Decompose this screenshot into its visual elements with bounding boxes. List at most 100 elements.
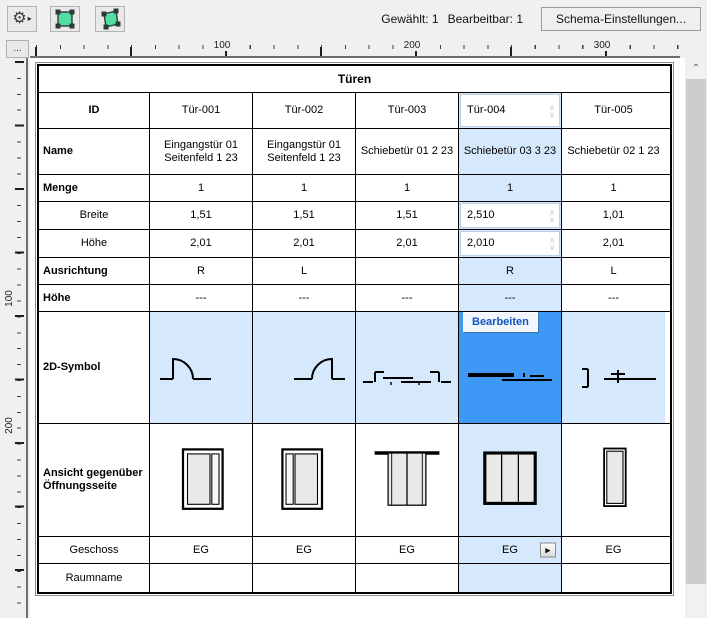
ruler-options-button[interactable]: ... <box>6 40 29 58</box>
cell-ansicht-tur002[interactable] <box>253 424 356 536</box>
cell-ausrichtung-tur005[interactable]: L <box>562 258 665 284</box>
cell-hoehe2-tur002[interactable]: --- <box>253 285 356 311</box>
cell-raumname-tur001[interactable] <box>150 564 253 592</box>
table-row-geschoss: Geschoss EG EG EG EG ▶ EG <box>39 537 670 564</box>
row-label-name: Name <box>39 129 150 174</box>
cell-raumname-tur002[interactable] <box>253 564 356 592</box>
selection-status: Gewählt: 1 Bearbeitbar: 1 <box>381 12 523 26</box>
cell-menge-tur004[interactable]: 1 <box>459 175 562 201</box>
table-title: Türen <box>337 71 372 86</box>
status-editable: Bearbeitbar: 1 <box>447 11 523 26</box>
cell-symbol-tur002[interactable] <box>253 312 356 423</box>
cell-id-tur004[interactable]: Tür-004 ∧ ∨ <box>459 93 562 128</box>
row-label-hoehe: Höhe <box>39 230 150 257</box>
table-row-id: ID Tür-001 Tür-002 Tür-003 Tür-004 ∧ ∨ Tü… <box>39 93 670 129</box>
cell-ansicht-tur001[interactable] <box>150 424 253 536</box>
door-elevation-sliding-header-icon <box>374 451 440 506</box>
cell-id-tur002[interactable]: Tür-002 <box>253 93 356 128</box>
cell-raumname-tur003[interactable] <box>356 564 459 592</box>
cell-name-tur003[interactable]: Schiebetür 01 2 23 <box>356 129 459 174</box>
geschoss-flyout-button[interactable]: ▶ <box>540 542 556 558</box>
cell-id-tur003[interactable]: Tür-003 <box>356 93 459 128</box>
cell-geschoss-tur002[interactable]: EG <box>253 537 356 563</box>
marquee-select-icon <box>55 9 75 28</box>
cell-menge-tur003[interactable]: 1 <box>356 175 459 201</box>
cell-ausrichtung-tur001[interactable]: R <box>150 258 253 284</box>
cell-menge-tur005[interactable]: 1 <box>562 175 665 201</box>
stepper-down-icon[interactable]: ∨ <box>549 110 555 118</box>
breite-edit-field[interactable]: 2,510 ∧ ∨ <box>460 203 560 228</box>
cell-id-tur001[interactable]: Tür-001 <box>150 93 253 128</box>
cell-hoehe-tur004[interactable]: 2,010 ∧ ∨ <box>459 230 562 257</box>
door-schedule-table: Türen ID Tür-001 Tür-002 Tür-003 Tür-004… <box>37 64 672 594</box>
table-row-hoehe: Höhe 2,01 2,01 2,01 2,010 ∧ ∨ 2,01 <box>39 230 670 258</box>
cell-name-tur004[interactable]: Schiebetür 03 3 23 <box>459 129 562 174</box>
sliding-door-double-icon <box>363 370 451 385</box>
cell-breite-tur003[interactable]: 1,51 <box>356 202 459 229</box>
row-label-breite: Breite <box>39 202 150 229</box>
marquee-select-button[interactable] <box>50 5 80 32</box>
hruler-label-300: 300 <box>589 40 615 51</box>
hruler-major-ticks <box>35 47 680 56</box>
cell-geschoss-tur005[interactable]: EG <box>562 537 665 563</box>
cell-symbol-tur001[interactable] <box>150 312 253 423</box>
scrollbar-thumb[interactable] <box>686 79 706 584</box>
horizontal-ruler: 100 200 300 <box>30 38 680 58</box>
hoehe-stepper[interactable]: ∧ ∨ <box>545 236 559 251</box>
cell-hoehe2-tur003[interactable]: --- <box>356 285 459 311</box>
cell-ausrichtung-tur004[interactable]: R <box>459 258 562 284</box>
cell-raumname-tur004[interactable] <box>459 564 562 592</box>
cell-symbol-tur005[interactable] <box>562 312 665 423</box>
stepper-down-icon[interactable]: ∨ <box>549 215 555 223</box>
cell-hoehe2-tur001[interactable]: --- <box>150 285 253 311</box>
cell-ansicht-tur004[interactable] <box>459 424 562 536</box>
bearbeiten-button[interactable]: Bearbeiten <box>463 312 538 332</box>
id-edit-field[interactable]: Tür-004 ∧ ∨ <box>460 94 560 127</box>
cell-ausrichtung-tur002[interactable]: L <box>253 258 356 284</box>
toolbar: ⚙ ▸ Gewählt: 1 Bearbeitbar: 1 Schema-Ein… <box>0 0 707 37</box>
cell-name-tur005[interactable]: Schiebetür 02 1 23 <box>562 129 665 174</box>
cell-hoehe-tur005[interactable]: 2,01 <box>562 230 665 257</box>
settings-flyout-button[interactable]: ⚙ ▸ <box>7 5 37 32</box>
cell-symbol-tur003[interactable] <box>356 312 459 423</box>
cell-hoehe-tur002[interactable]: 2,01 <box>253 230 356 257</box>
scroll-up-button[interactable]: ⌃ <box>685 58 707 78</box>
table-row-menge: Menge 1 1 1 1 1 <box>39 175 670 202</box>
breite-stepper[interactable]: ∧ ∨ <box>545 208 559 223</box>
hoehe-edit-field[interactable]: 2,010 ∧ ∨ <box>460 231 560 256</box>
schema-settings-button[interactable]: Schema-Einstellungen... <box>541 6 701 31</box>
cell-id-tur005[interactable]: Tür-005 <box>562 93 665 128</box>
cell-hoehe2-tur004[interactable]: --- <box>459 285 562 311</box>
door-elevation-two-panel-left-icon <box>181 448 224 510</box>
row-label-id: ID <box>39 93 150 128</box>
cell-hoehe-tur001[interactable]: 2,01 <box>150 230 253 257</box>
rotated-marquee-select-button[interactable] <box>95 5 125 32</box>
vertical-scrollbar[interactable]: ⌃ <box>685 58 707 618</box>
stepper-down-icon[interactable]: ∨ <box>549 243 555 251</box>
cell-breite-tur001[interactable]: 1,51 <box>150 202 253 229</box>
vruler-label-100: 100 <box>3 287 15 310</box>
cell-raumname-tur005[interactable] <box>562 564 665 592</box>
cell-name-tur002[interactable]: Eingangstür 01 Seitenfeld 1 23 <box>253 129 356 174</box>
cell-ansicht-tur003[interactable] <box>356 424 459 536</box>
flyout-triangle-icon: ▶ <box>545 547 551 554</box>
cell-hoehe2-tur005[interactable]: --- <box>562 285 665 311</box>
cell-hoehe-tur003[interactable]: 2,01 <box>356 230 459 257</box>
cell-breite-tur005[interactable]: 1,01 <box>562 202 665 229</box>
cell-ausrichtung-tur003[interactable] <box>356 258 459 284</box>
row-label-ausrichtung: Ausrichtung <box>39 258 150 284</box>
cell-geschoss-tur001[interactable]: EG <box>150 537 253 563</box>
cell-ansicht-tur005[interactable] <box>562 424 665 536</box>
cell-geschoss-tur003[interactable]: EG <box>356 537 459 563</box>
cell-breite-tur004[interactable]: 2,510 ∧ ∨ <box>459 202 562 229</box>
cell-name-tur001[interactable]: Eingangstür 01 Seitenfeld 1 23 <box>150 129 253 174</box>
table-row-ausrichtung: Ausrichtung R L R L <box>39 258 670 285</box>
cell-breite-tur002[interactable]: 1,51 <box>253 202 356 229</box>
cell-menge-tur001[interactable]: 1 <box>150 175 253 201</box>
cell-geschoss-tur004[interactable]: EG ▶ <box>459 537 562 563</box>
id-stepper[interactable]: ∧ ∨ <box>545 103 559 118</box>
cell-menge-tur002[interactable]: 1 <box>253 175 356 201</box>
table-row-hoehe2: Höhe --- --- --- --- --- <box>39 285 670 312</box>
table-title-row: Türen <box>39 66 670 93</box>
cell-symbol-tur004[interactable]: Bearbeiten <box>459 312 562 423</box>
